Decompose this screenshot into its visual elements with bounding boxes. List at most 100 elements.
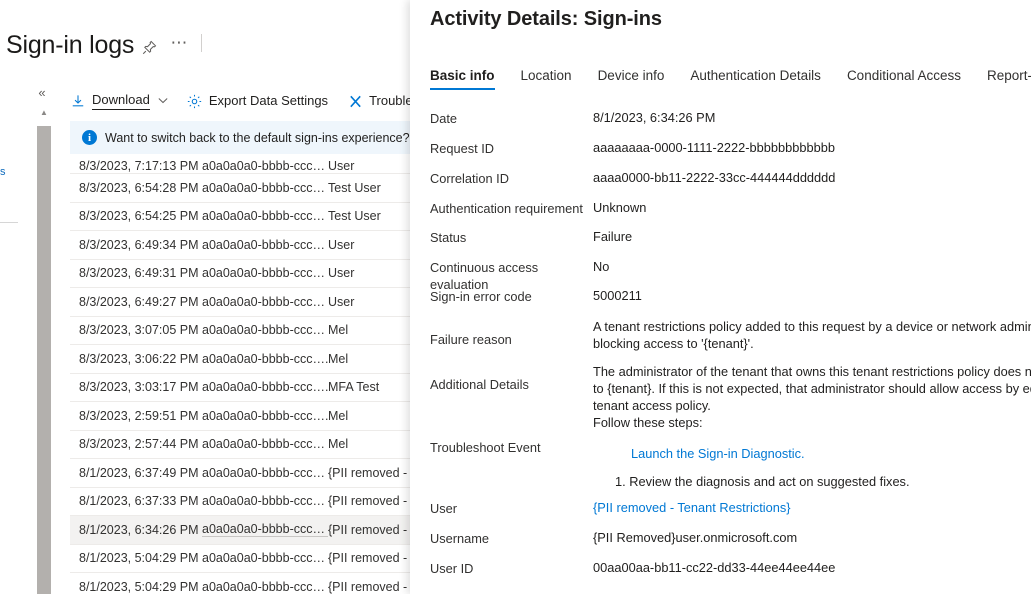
field-auth-requirement-label: Authentication requirement [430, 199, 593, 217]
row-request-id: a0a0a0a0-bbbb-ccc… [202, 466, 328, 480]
field-correlation-id-value: aaaa0000-bb11-2222-33cc-444444dddddd [593, 169, 835, 186]
row-date: 8/3/2023, 2:57:44 PM [70, 437, 202, 451]
field-additional-details-value: The administrator of the tenant that own… [593, 363, 1031, 414]
tab-location[interactable]: Location [521, 68, 572, 90]
page-title: Sign-in logs [6, 30, 134, 60]
row-user: {PII removed - [328, 580, 410, 594]
sign-in-logs-blade: s Sign-in logs ⋯ « ▲ Downlo [0, 0, 410, 594]
field-failure-reason-value: A tenant restrictions policy added to th… [593, 318, 1031, 352]
table-row[interactable]: 8/3/2023, 6:49:31 PMa0a0a0a0-bbbb-ccc…Us… [70, 260, 410, 289]
table-row[interactable]: 8/3/2023, 3:07:05 PMa0a0a0a0-bbbb-ccc…Me… [70, 317, 410, 346]
row-request-id: a0a0a0a0-bbbb-ccc… [202, 437, 328, 451]
row-date: 8/1/2023, 6:34:26 PM [70, 523, 202, 537]
row-request-id: a0a0a0a0-bbbb-ccc…. [202, 380, 328, 394]
table-row[interactable]: 8/3/2023, 3:06:22 PMa0a0a0a0-bbbb-ccc….M… [70, 345, 410, 374]
row-user: MFA Test [328, 380, 410, 394]
field-sign-in-error-code: Sign-in error code 5000211 [430, 287, 1031, 318]
basic-info-fields: Date 8/1/2023, 6:34:26 PM Request ID aaa… [430, 105, 1031, 594]
row-request-id: a0a0a0a0-bbbb-ccc… [202, 238, 328, 252]
download-icon [70, 93, 86, 109]
table-row[interactable]: 8/1/2023, 6:34:26 PMa0a0a0a0-bbbb-ccc…{P… [70, 516, 410, 545]
field-error-code-value: 5000211 [593, 287, 642, 304]
field-user-value-link[interactable]: {PII removed - Tenant Restrictions} [593, 499, 791, 516]
field-username-value: {PII Removed}user.onmicrosoft.com [593, 529, 797, 546]
collapse-panel-icon[interactable]: « [33, 85, 51, 101]
sign-in-logs-table[interactable]: 8/3/2023, 7:17:13 PMa0a0a0a0-bbbb-ccc…Us… [70, 152, 410, 594]
export-data-settings-label: Export Data Settings [209, 93, 328, 109]
row-request-id: a0a0a0a0-bbbb-ccc… [202, 494, 328, 508]
blade-toolbar: Download Export Data Settings [70, 87, 410, 115]
scrollbar-thumb[interactable] [37, 126, 51, 594]
tab-conditional-access[interactable]: Conditional Access [847, 68, 961, 90]
download-button[interactable]: Download [70, 87, 177, 115]
info-icon: i [82, 130, 97, 145]
default-experience-banner[interactable]: i Want to switch back to the default sig… [70, 121, 410, 154]
row-request-id: a0a0a0a0-bbbb-ccc… [202, 295, 328, 309]
table-row[interactable]: 8/3/2023, 2:59:51 PMa0a0a0a0-bbbb-ccc…..… [70, 402, 410, 431]
export-data-settings-button[interactable]: Export Data Settings [187, 87, 337, 115]
tab-basic-info[interactable]: Basic info [430, 68, 495, 90]
table-row[interactable]: 8/3/2023, 3:03:17 PMa0a0a0a0-bbbb-ccc….M… [70, 374, 410, 403]
ellipsis-icon[interactable]: ⋯ [168, 36, 190, 58]
details-tabs: Basic info Location Device info Authenticat… [430, 68, 1031, 90]
row-request-id: a0a0a0a0-bbbb-ccc….. [202, 409, 328, 423]
field-auth-requirement-value: Unknown [593, 199, 646, 216]
troubleshoot-button[interactable]: Troubleshoo [347, 87, 410, 115]
field-user: User {PII removed - Tenant Restrictions} [430, 499, 1031, 529]
row-user: Mel [328, 352, 410, 366]
table-row[interactable]: 8/1/2023, 6:37:33 PMa0a0a0a0-bbbb-ccc…{P… [70, 488, 410, 517]
row-user: Test User [328, 181, 410, 195]
status-badge: Failure [593, 228, 632, 245]
row-user: {PII removed - [328, 466, 410, 480]
field-user-label: User [430, 499, 593, 517]
table-row[interactable]: 8/1/2023, 5:04:29 PMa0a0a0a0-bbbb-ccc…{P… [70, 545, 410, 574]
table-row[interactable]: 8/1/2023, 5:04:29 PMa0a0a0a0-bbbb-ccc…{P… [70, 573, 410, 594]
tab-report-only[interactable]: Report-only [987, 68, 1031, 90]
row-user: {PII removed - [328, 523, 410, 537]
table-row[interactable]: 8/1/2023, 6:37:49 PMa0a0a0a0-bbbb-ccc…{P… [70, 459, 410, 488]
row-date: 8/1/2023, 5:04:29 PM [70, 580, 202, 594]
chevron-down-icon[interactable] [158, 96, 168, 106]
launch-sign-in-diagnostic-link[interactable]: Launch the Sign-in Diagnostic. [631, 445, 910, 462]
gear-icon [187, 93, 203, 109]
field-date-label: Date [430, 109, 593, 127]
field-date: Date 8/1/2023, 6:34:26 PM [430, 109, 1031, 139]
field-error-code-label: Sign-in error code [430, 287, 593, 305]
table-row[interactable]: 8/3/2023, 6:54:28 PMa0a0a0a0-bbbb-ccc…Te… [70, 174, 410, 203]
field-correlation-id: Correlation ID aaaa0000-bb11-2222-33cc-4… [430, 169, 1031, 199]
row-request-id: a0a0a0a0-bbbb-ccc… [202, 159, 328, 173]
row-request-id: a0a0a0a0-bbbb-ccc… [202, 209, 328, 223]
field-username-label: Username [430, 529, 593, 547]
row-date: 8/3/2023, 6:49:34 PM [70, 238, 202, 252]
field-additional-details: Additional Details The administrator of … [430, 363, 1031, 413]
row-date: 8/3/2023, 6:49:27 PM [70, 295, 202, 309]
table-row[interactable]: 8/3/2023, 2:57:44 PMa0a0a0a0-bbbb-ccc…Me… [70, 431, 410, 460]
row-user: Mel [328, 323, 410, 337]
field-auth-requirement: Authentication requirement Unknown [430, 199, 1031, 228]
field-failure-reason-label: Failure reason [430, 318, 593, 348]
pin-icon[interactable] [138, 36, 160, 58]
table-row[interactable]: 8/3/2023, 6:49:34 PMa0a0a0a0-bbbb-ccc…Us… [70, 231, 410, 260]
details-panel-title: Activity Details: Sign-ins [430, 6, 662, 32]
table-row[interactable]: 8/3/2023, 7:17:13 PMa0a0a0a0-bbbb-ccc…Us… [70, 152, 410, 174]
field-user-id-value: 00aa00aa-bb11-cc22-dd33-44ee44ee44ee [593, 559, 835, 576]
row-user: {PII removed - [328, 551, 410, 565]
troubleshoot-label: Troubleshoo [369, 93, 410, 109]
table-row[interactable]: 8/3/2023, 6:54:25 PMa0a0a0a0-bbbb-ccc…Te… [70, 203, 410, 232]
title-separator [201, 34, 202, 52]
log-list-scrollbar[interactable]: ▲ [36, 104, 52, 594]
row-user: User [328, 295, 410, 309]
tab-authentication-details[interactable]: Authentication Details [690, 68, 821, 90]
tab-device-info[interactable]: Device info [598, 68, 665, 90]
field-request-id: Request ID aaaaaaaa-0000-1111-2222-bbbbb… [430, 139, 1031, 169]
row-date: 8/3/2023, 6:54:28 PM [70, 181, 202, 195]
field-correlation-id-label: Correlation ID [430, 169, 593, 187]
table-row[interactable]: 8/3/2023, 6:49:27 PMa0a0a0a0-bbbb-ccc…Us… [70, 288, 410, 317]
row-user: Mel [328, 409, 410, 423]
download-label: Download [92, 92, 150, 110]
row-request-id: a0a0a0a0-bbbb-ccc… [202, 181, 328, 195]
field-cae-value: No [593, 258, 609, 275]
row-user: Mel [328, 437, 410, 451]
triangle-up-icon[interactable]: ▲ [36, 104, 52, 121]
field-failure-reason: Failure reason A tenant restrictions pol… [430, 318, 1031, 363]
